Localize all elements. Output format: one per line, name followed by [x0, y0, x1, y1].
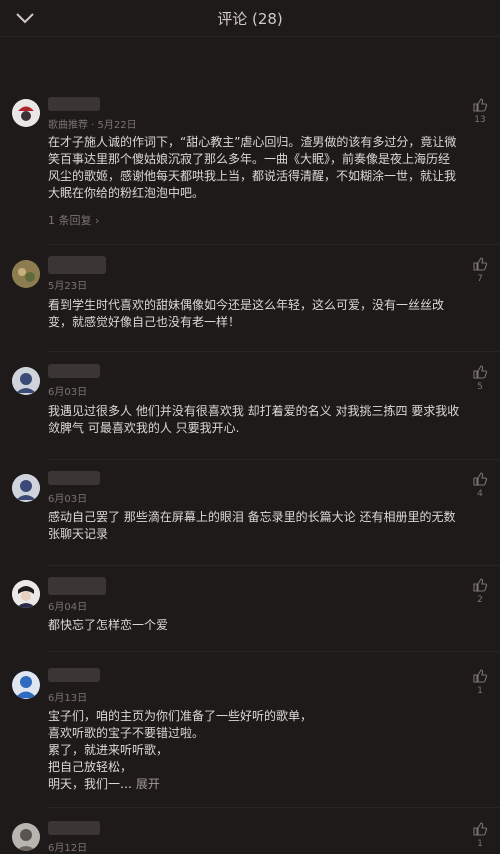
thumbs-up-icon — [473, 669, 488, 683]
divider — [48, 807, 500, 808]
thumbs-up-icon — [473, 257, 488, 271]
comment-line: 宝子们，咱的主页为你们准备了一些好听的歌单， — [48, 709, 313, 723]
comment-line: 喜欢听歌的宝子不要错过啦。 — [48, 726, 205, 740]
like-button[interactable]: 7 — [470, 256, 490, 284]
comment-line: 明天，我们一… — [48, 777, 133, 791]
thumbs-up-icon — [473, 472, 488, 486]
comment-meta: 5月23日 — [48, 281, 88, 292]
page-title: 评论 (28) — [217, 9, 283, 28]
thumbs-up-icon — [473, 822, 488, 836]
avatar[interactable] — [12, 474, 40, 502]
thumbs-up-icon — [473, 98, 488, 112]
divider — [48, 459, 500, 460]
username-blurred[interactable] — [48, 97, 100, 111]
comment-meta: 歌曲推荐 · 5月22日 — [48, 120, 137, 131]
username-blurred[interactable] — [48, 577, 106, 595]
thumbs-up-icon — [473, 365, 488, 379]
view-replies-link[interactable]: 1 条回复 › — [48, 212, 99, 228]
like-count: 2 — [477, 595, 483, 605]
thumbs-up-icon — [473, 578, 488, 592]
comment-meta: 6月04日 — [48, 602, 88, 613]
collapse-chevron-icon[interactable] — [12, 8, 38, 28]
like-count: 4 — [477, 489, 483, 499]
divider — [48, 651, 500, 652]
like-button[interactable]: 13 — [470, 97, 490, 125]
like-count: 1 — [477, 686, 483, 696]
comment-text: 感动自己罢了 那些滴在屏幕上的眼泪 备忘录里的长篇大论 还有相册里的无数张聊天记… — [48, 510, 456, 541]
like-button[interactable]: 2 — [470, 577, 490, 605]
username-blurred[interactable] — [48, 364, 100, 378]
like-count: 1 — [477, 839, 483, 849]
avatar[interactable] — [12, 671, 40, 699]
comment-line: 把自己放轻松， — [48, 760, 133, 774]
like-button[interactable]: 1 — [470, 668, 490, 696]
divider — [48, 565, 500, 566]
comment-meta: 6月03日 — [48, 387, 88, 398]
comment-line: 累了，就进来听听歌， — [48, 743, 169, 757]
comment-text: 在才子施人诚的作词下，“甜心教主”虐心回归。渣男做的该有多过分，竟让微笑百事达里… — [48, 135, 457, 200]
like-count: 13 — [474, 115, 486, 125]
like-count: 5 — [477, 382, 483, 392]
comment-text: 宝子们，咱的主页为你们准备了一些好听的歌单， 喜欢听歌的宝子不要错过啦。 累了，… — [48, 708, 460, 793]
divider — [48, 351, 500, 352]
divider — [48, 244, 500, 245]
username-blurred[interactable] — [48, 256, 106, 274]
username-blurred[interactable] — [48, 821, 100, 835]
avatar[interactable] — [12, 99, 40, 127]
avatar[interactable] — [12, 823, 40, 851]
like-count: 7 — [477, 274, 483, 284]
comment-text: 我遇见过很多人 他们并没有很喜欢我 却打着爱的名义 对我挑三拣四 要求我收敛脾气… — [48, 404, 460, 435]
comment-meta: 6月12日 — [48, 843, 88, 854]
comment-text: 看到学生时代喜欢的甜妹偶像如今还是这么年轻，这么可爱，没有一丝丝改变，就感觉好像… — [48, 298, 445, 329]
username-blurred[interactable] — [48, 471, 100, 485]
comments-header: 评论 (28) — [0, 0, 500, 37]
like-button[interactable]: 5 — [470, 364, 490, 392]
avatar[interactable] — [12, 367, 40, 395]
avatar[interactable] — [12, 580, 40, 608]
avatar[interactable] — [12, 260, 40, 288]
username-blurred[interactable] — [48, 668, 100, 682]
comment-meta: 6月03日 — [48, 494, 88, 505]
like-button[interactable]: 4 — [470, 471, 490, 499]
expand-link[interactable]: 展开 — [136, 777, 160, 791]
like-button[interactable]: 1 — [470, 821, 490, 849]
comment-meta: 6月13日 — [48, 693, 88, 704]
comment-text: 都快忘了怎样恋一个爱 — [48, 618, 169, 632]
